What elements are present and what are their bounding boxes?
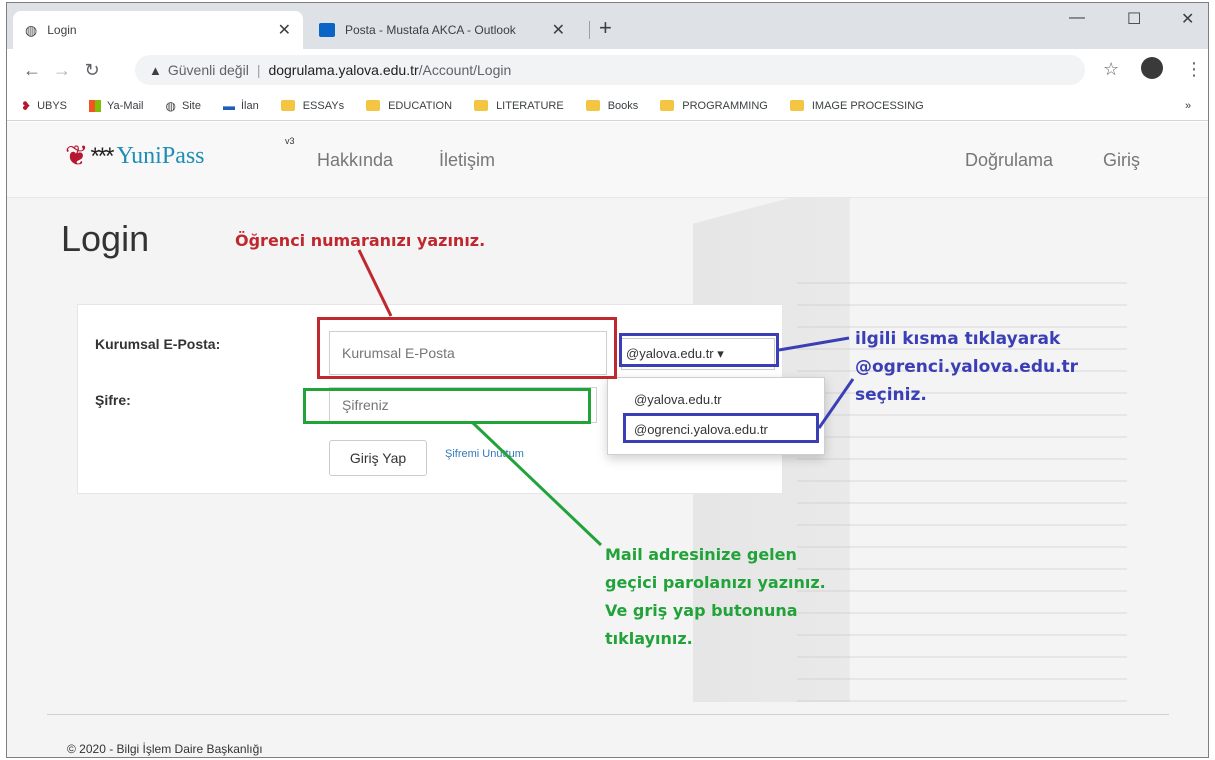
minimize-icon[interactable]: — xyxy=(1069,9,1085,27)
leaf-logo-icon: ❦ xyxy=(65,140,89,171)
browser-toolbar: ← → ↻ ▲ Güvenli değil | dogrulama.yalova… xyxy=(7,49,1208,91)
bookmark-site[interactable]: ◍ Site xyxy=(166,99,201,113)
url-separator: | xyxy=(256,62,261,78)
bookmark-star-icon[interactable]: ☆ xyxy=(1103,59,1119,80)
bookmark-ubys[interactable]: ❥ UBYS xyxy=(21,99,67,113)
bookmark-folder-image-processing[interactable]: IMAGE PROCESSING xyxy=(789,100,924,112)
maximize-icon[interactable]: ☐ xyxy=(1127,9,1141,29)
folder-icon xyxy=(280,100,295,111)
annotation-text-blue: ilgili kısma tıklayarak @ogrenci.yalova.… xyxy=(855,329,1079,405)
tab-title: Posta - Mustafa AKCA - Outlook xyxy=(345,23,516,37)
url-host: dogrulama.yalova.edu.tr xyxy=(268,62,419,78)
bookmark-icon: ❥ xyxy=(21,98,32,113)
bookmarks-bar: ❥ UBYS Ya-Mail ◍ Site ▬ İlan ESSAYs EDUCATI… xyxy=(7,91,1208,121)
brand-name: YuniPass xyxy=(116,143,205,169)
bookmark-folder-programming[interactable]: PROGRAMMING xyxy=(660,100,768,112)
login-button[interactable]: Giriş Yap xyxy=(329,440,427,476)
footer-text: © 2020 - Bilgi İşlem Daire Başkanlığı xyxy=(67,742,263,756)
tab-separator xyxy=(589,21,590,39)
folder-icon xyxy=(660,100,675,111)
url-path: /Account/Login xyxy=(418,62,512,78)
bookmark-folder-books[interactable]: Books xyxy=(585,100,638,112)
back-icon[interactable]: ← xyxy=(17,60,47,81)
close-icon[interactable]: ✕ xyxy=(278,20,291,40)
bookmark-ilan[interactable]: ▬ İlan xyxy=(223,99,259,113)
globe-icon: ◍ xyxy=(165,98,176,113)
annotation-box-blue xyxy=(619,333,779,367)
annotation-box-blue-option xyxy=(623,413,819,443)
brand-version: v3 xyxy=(285,136,295,146)
password-label: Şifre: xyxy=(95,392,131,408)
tab-outlook[interactable]: Posta - Mustafa AKCA - Outlook ✕ xyxy=(307,11,577,49)
tab-title: Login xyxy=(47,23,77,37)
reload-icon[interactable]: ↻ xyxy=(77,60,107,81)
page-title: Login xyxy=(61,218,150,259)
bookmark-folder-essays[interactable]: ESSAYs xyxy=(280,100,344,112)
nav-hakkinda[interactable]: Hakkında xyxy=(317,150,393,171)
email-label: Kurumsal E-Posta: xyxy=(95,336,221,352)
folder-icon xyxy=(366,100,381,111)
security-status: Güvenli değil xyxy=(167,62,249,78)
folder-icon xyxy=(789,100,804,111)
close-icon[interactable]: ✕ xyxy=(552,20,565,40)
nav-dogrulama[interactable]: Doğrulama xyxy=(965,150,1053,171)
annotation-text-green: Mail adresinize gelen geçici parolanızı … xyxy=(605,545,826,648)
forward-icon[interactable]: → xyxy=(47,60,77,81)
annotation-text-red: Öğrenci numaranızı yazınız. xyxy=(235,231,486,250)
warning-icon: ▲ xyxy=(149,62,162,78)
menu-icon[interactable]: ⋮ xyxy=(1185,59,1203,80)
domain-option-yalova[interactable]: @yalova.edu.tr xyxy=(634,392,722,407)
avatar[interactable] xyxy=(1141,57,1163,79)
page-content: ❦ *** YuniPass v3 Hakkında İletişim Doğr… xyxy=(7,122,1208,757)
new-tab-icon[interactable]: + xyxy=(599,17,612,39)
folder-icon xyxy=(474,100,489,111)
address-bar[interactable]: ▲ Güvenli değil | dogrulama.yalova.edu.t… xyxy=(135,55,1085,85)
outlook-icon xyxy=(319,23,335,37)
bookmark-folder-literature[interactable]: LITERATURE xyxy=(474,100,564,112)
logo-stars: *** xyxy=(90,143,114,170)
windows-logo-icon xyxy=(89,99,102,112)
bookmark-folder-education[interactable]: EDUCATION xyxy=(366,100,452,112)
tab-login[interactable]: ◍ Login ✕ xyxy=(13,11,303,49)
nav-giris[interactable]: Giriş xyxy=(1103,150,1140,171)
bookmark-ya-mail[interactable]: Ya-Mail xyxy=(89,99,144,112)
bookmarks-overflow-icon[interactable]: » xyxy=(1185,100,1191,112)
footer-divider xyxy=(47,714,1169,715)
nav-iletisim[interactable]: İletişim xyxy=(439,150,495,171)
folder-icon xyxy=(585,100,600,111)
annotation-box-green xyxy=(303,388,591,424)
close-window-icon[interactable]: ✕ xyxy=(1181,9,1194,29)
forgot-password-link[interactable]: Şifremi Unuttum xyxy=(445,448,524,460)
tab-strip: ◍ Login ✕ Posta - Mustafa AKCA - Outlook… xyxy=(7,3,1208,49)
browser-window: ◍ Login ✕ Posta - Mustafa AKCA - Outlook… xyxy=(6,2,1209,758)
brand-logo[interactable]: ❦ *** YuniPass v3 xyxy=(65,136,295,171)
annotation-box-red xyxy=(317,317,617,379)
globe-icon: ◍ xyxy=(25,21,38,38)
site-navbar: ❦ *** YuniPass v3 Hakkında İletişim Doğr… xyxy=(7,122,1208,198)
bookmark-icon: ▬ xyxy=(222,98,235,113)
